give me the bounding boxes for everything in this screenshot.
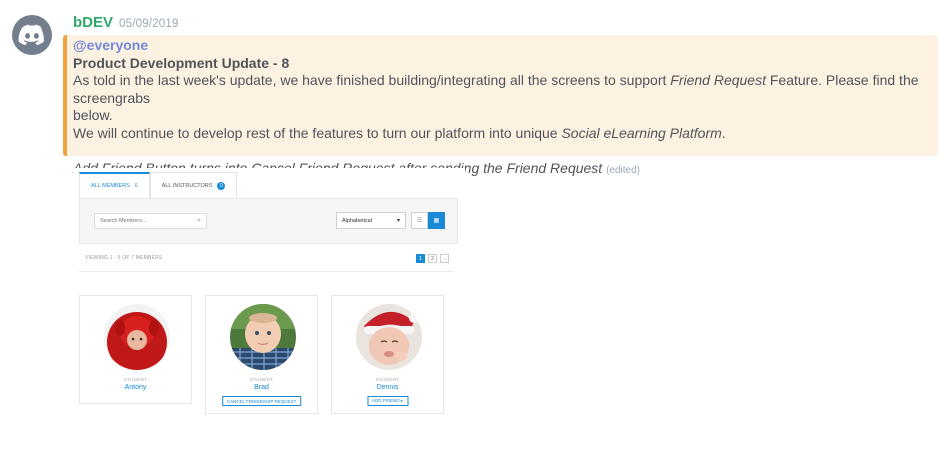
tab-all-instructors[interactable]: ALL INSTRUCTORS 0 (149, 172, 238, 198)
embedded-screenshot[interactable]: ALL MEMBERS 6 ALL INSTRUCTORS 0 Search M… (73, 168, 465, 420)
sort-select[interactable]: Alphabetical ▾ (336, 212, 406, 229)
next-page-button[interactable]: → (440, 254, 449, 263)
member-name[interactable]: Brad (206, 384, 317, 391)
everyone-mention[interactable]: @everyone (73, 37, 148, 53)
page-button[interactable]: 1 (416, 254, 425, 263)
divider (79, 271, 454, 272)
tab-label: ALL MEMBERS (91, 183, 130, 189)
message-header: bDEV 05/09/2019 (73, 14, 179, 34)
message-line-1: As told in the last week's update, we ha… (73, 72, 930, 107)
grid-view-icon[interactable]: ▦ (428, 212, 445, 229)
member-name[interactable]: Dennis (332, 384, 443, 391)
member-role: STUDENT (123, 377, 148, 382)
member-name[interactable]: Antony (80, 384, 191, 391)
edited-label: (edited) (606, 164, 640, 176)
tab-all-members[interactable]: ALL MEMBERS 6 (79, 172, 150, 198)
message-line-3: We will continue to develop rest of the … (73, 125, 930, 143)
member-tabs: ALL MEMBERS 6 ALL INSTRUCTORS 0 (79, 172, 238, 198)
add-friend-button[interactable]: ADD FRIEND ▸ (366, 396, 409, 406)
message-timestamp: 05/09/2019 (119, 18, 179, 30)
tab-label: ALL INSTRUCTORS (161, 182, 213, 189)
mention-highlight: @everyone Product Development Update - 8… (63, 35, 938, 176)
sort-value: Alphabetical (342, 218, 372, 224)
cancel-friend-request-button[interactable]: CANCEL FRIENDSHIP REQUEST (221, 396, 302, 406)
line1-em: Friend Request (670, 72, 766, 88)
discord-avatar[interactable] (12, 15, 52, 55)
message-title: Product Development Update - 8 (73, 54, 290, 71)
filter-bar: Search Members... ⌕ Alphabetical ▾ ☰ ▦ (79, 198, 458, 244)
line3-prefix: We will continue to develop rest of the … (73, 124, 562, 141)
member-role: STUDENT (249, 377, 274, 382)
member-photo[interactable] (104, 304, 170, 370)
search-icon[interactable]: ⌕ (197, 217, 201, 225)
viewing-count: VIEWING 1 - 5 OF 7 MEMBERS (85, 255, 163, 261)
pagination: 1 2 → (416, 254, 449, 263)
line3-em: Social eLearning Platform (561, 124, 722, 141)
search-placeholder: Search Members... (100, 218, 147, 224)
discord-logo-icon (18, 24, 44, 46)
member-card[interactable]: STUDENT Dennis ADD FRIEND ▸ (331, 295, 444, 414)
chevron-down-icon: ▾ (396, 218, 400, 224)
list-view-icon[interactable]: ☰ (411, 212, 428, 229)
tab-count: 0 (217, 181, 226, 190)
line1-prefix: As told in the last week's update, we ha… (73, 72, 671, 88)
author-name[interactable]: bDEV (73, 14, 113, 31)
member-card[interactable]: STUDENT Brad CANCEL FRIENDSHIP REQUEST (205, 295, 318, 414)
tab-count: 6 (134, 183, 138, 189)
search-input[interactable]: Search Members... ⌕ (94, 213, 207, 229)
page-button[interactable]: 2 (428, 254, 437, 263)
member-role: STUDENT (375, 377, 400, 382)
member-photo[interactable] (356, 304, 422, 370)
message-line-2: below. (73, 107, 113, 123)
member-card[interactable]: STUDENT Antony (79, 295, 192, 404)
message-body: @everyone Product Development Update - 8… (73, 37, 930, 179)
line3-suffix: . (721, 124, 726, 141)
member-photo[interactable] (230, 304, 296, 370)
